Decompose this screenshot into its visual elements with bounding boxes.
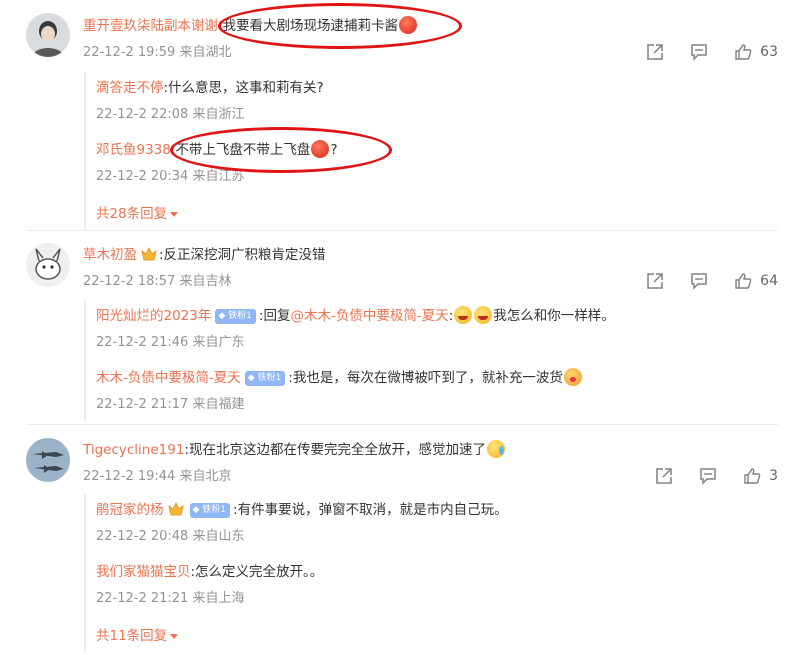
share-icon: [647, 44, 663, 60]
like-button[interactable]: 64: [734, 272, 778, 290]
reply-location: 来自广东: [192, 335, 245, 350]
reply-username[interactable]: 我们家猫猫宝贝: [96, 564, 191, 580]
reply-timestamp: 22-12-2 22:08: [96, 107, 189, 122]
comment-text: :现在北京这边都在传要完完全全放开，感觉加速了: [184, 442, 486, 458]
like-button[interactable]: 63: [734, 43, 778, 61]
reply-text: :我也是，每次在微博被吓到了，就补充一波货: [288, 370, 563, 386]
thumbs-up-icon: [735, 44, 752, 60]
reply-text: :什么意思，这事和莉有关?: [163, 80, 324, 96]
fan-badge: ◆ 铁粉1: [244, 371, 286, 386]
reply-text: :有件事要说，弹窗不取消，就是市内自己玩。: [233, 502, 508, 518]
reply-timestamp: 22-12-2 21:21: [96, 591, 189, 606]
reply-timestamp: 22-12-2 21:46: [96, 335, 189, 350]
laughing-emoji-icon: [474, 306, 493, 324]
reply-text-colon: :: [448, 308, 454, 324]
timestamp: 22-12-2 19:44: [83, 469, 176, 484]
kiss-emoji-icon: [563, 368, 582, 386]
reply-username[interactable]: 鹃冠家的杨: [96, 502, 164, 518]
comment-text: :反正深挖洞广积粮肯定没错: [159, 247, 326, 263]
caret-down-icon: [170, 633, 179, 639]
location: 来自北京: [179, 469, 232, 484]
reply-location: 来自福建: [192, 397, 245, 412]
share-button[interactable]: [646, 272, 664, 290]
like-count: 64: [760, 273, 778, 289]
avatar[interactable]: [26, 438, 70, 482]
fan-badge-label: 铁粉1: [228, 311, 252, 321]
timestamp: 22-12-2 19:59: [83, 45, 176, 60]
crown-icon: [141, 247, 157, 261]
thumbs-up-icon: [744, 468, 761, 484]
reply-text: :怎么定义完全放开。。: [190, 564, 324, 580]
share-button[interactable]: [646, 43, 664, 61]
more-replies-label: 共11条回复: [96, 628, 168, 644]
reply-username[interactable]: 滴答走不停: [96, 80, 164, 96]
reply-timestamp: 22-12-2 20:48: [96, 529, 189, 544]
reply-username[interactable]: 阳光灿烂的2023年: [96, 308, 211, 324]
reply-timestamp: 22-12-2 21:17: [96, 397, 189, 412]
location: 来自吉林: [179, 274, 232, 289]
more-replies-button[interactable]: 共28条回复: [96, 202, 179, 222]
comment-button[interactable]: [690, 272, 708, 290]
fan-badge: ◆ 铁粉1: [189, 503, 231, 518]
reply-username[interactable]: 木木-负债中要极简-夏天: [96, 370, 241, 386]
comment-icon: [691, 273, 707, 290]
divider: [26, 230, 778, 231]
share-button[interactable]: [655, 467, 673, 485]
caret-down-icon: [170, 211, 179, 217]
share-icon: [647, 273, 663, 289]
divider: [26, 424, 778, 425]
username[interactable]: 重开壹玖柒陆副本谢谢: [83, 18, 218, 34]
like-count: 3: [769, 468, 778, 484]
fan-badge-label: 铁粉1: [202, 505, 227, 515]
more-replies-button[interactable]: 共11条回复: [96, 624, 179, 644]
fan-badge: ◆ 铁粉1: [215, 309, 256, 324]
username[interactable]: Tigecycline191: [83, 442, 184, 458]
reply-location: 来自江苏: [192, 169, 245, 184]
comment-text: :我要看大剧场现场逮捕莉卡酱: [218, 18, 399, 34]
reply-location: 来自山东: [192, 529, 245, 544]
reply-username[interactable]: 邓氏鱼9338: [96, 142, 171, 158]
comment-icon: [700, 468, 716, 485]
username[interactable]: 草木初盈: [83, 247, 137, 263]
thumbs-up-icon: [735, 273, 752, 289]
angry-emoji-icon: [311, 140, 330, 158]
avatar[interactable]: [26, 243, 70, 287]
crown-icon: [167, 502, 184, 516]
comment-icon: [691, 44, 707, 61]
comment-button[interactable]: [699, 467, 717, 485]
like-button[interactable]: 3: [743, 467, 778, 485]
like-count: 63: [760, 44, 778, 60]
share-icon: [656, 468, 672, 484]
more-replies-label: 共28条回复: [96, 206, 168, 222]
reply-text: :回复: [258, 308, 291, 324]
fan-badge-label: 铁粉1: [257, 373, 282, 383]
comment-button[interactable]: [690, 43, 708, 61]
reply-timestamp: 22-12-2 20:34: [96, 169, 189, 184]
angry-emoji-icon: [399, 16, 418, 34]
reply-text-tail: 我怎么和你一样样。: [493, 308, 615, 324]
laughing-emoji-icon: [454, 306, 473, 324]
mention-link[interactable]: @木木-负债中要极简-夏天: [290, 308, 448, 324]
location: 来自湖北: [179, 45, 232, 60]
reply-location: 来自上海: [192, 591, 245, 606]
reply-text-tail: ?: [330, 142, 338, 158]
reply-text: :不带上飞盘不带上飞盘: [170, 142, 311, 158]
avatar[interactable]: [26, 13, 70, 57]
reply-location: 来自浙江: [192, 107, 245, 122]
sweat-emoji-icon: [486, 440, 505, 458]
timestamp: 22-12-2 18:57: [83, 274, 176, 289]
